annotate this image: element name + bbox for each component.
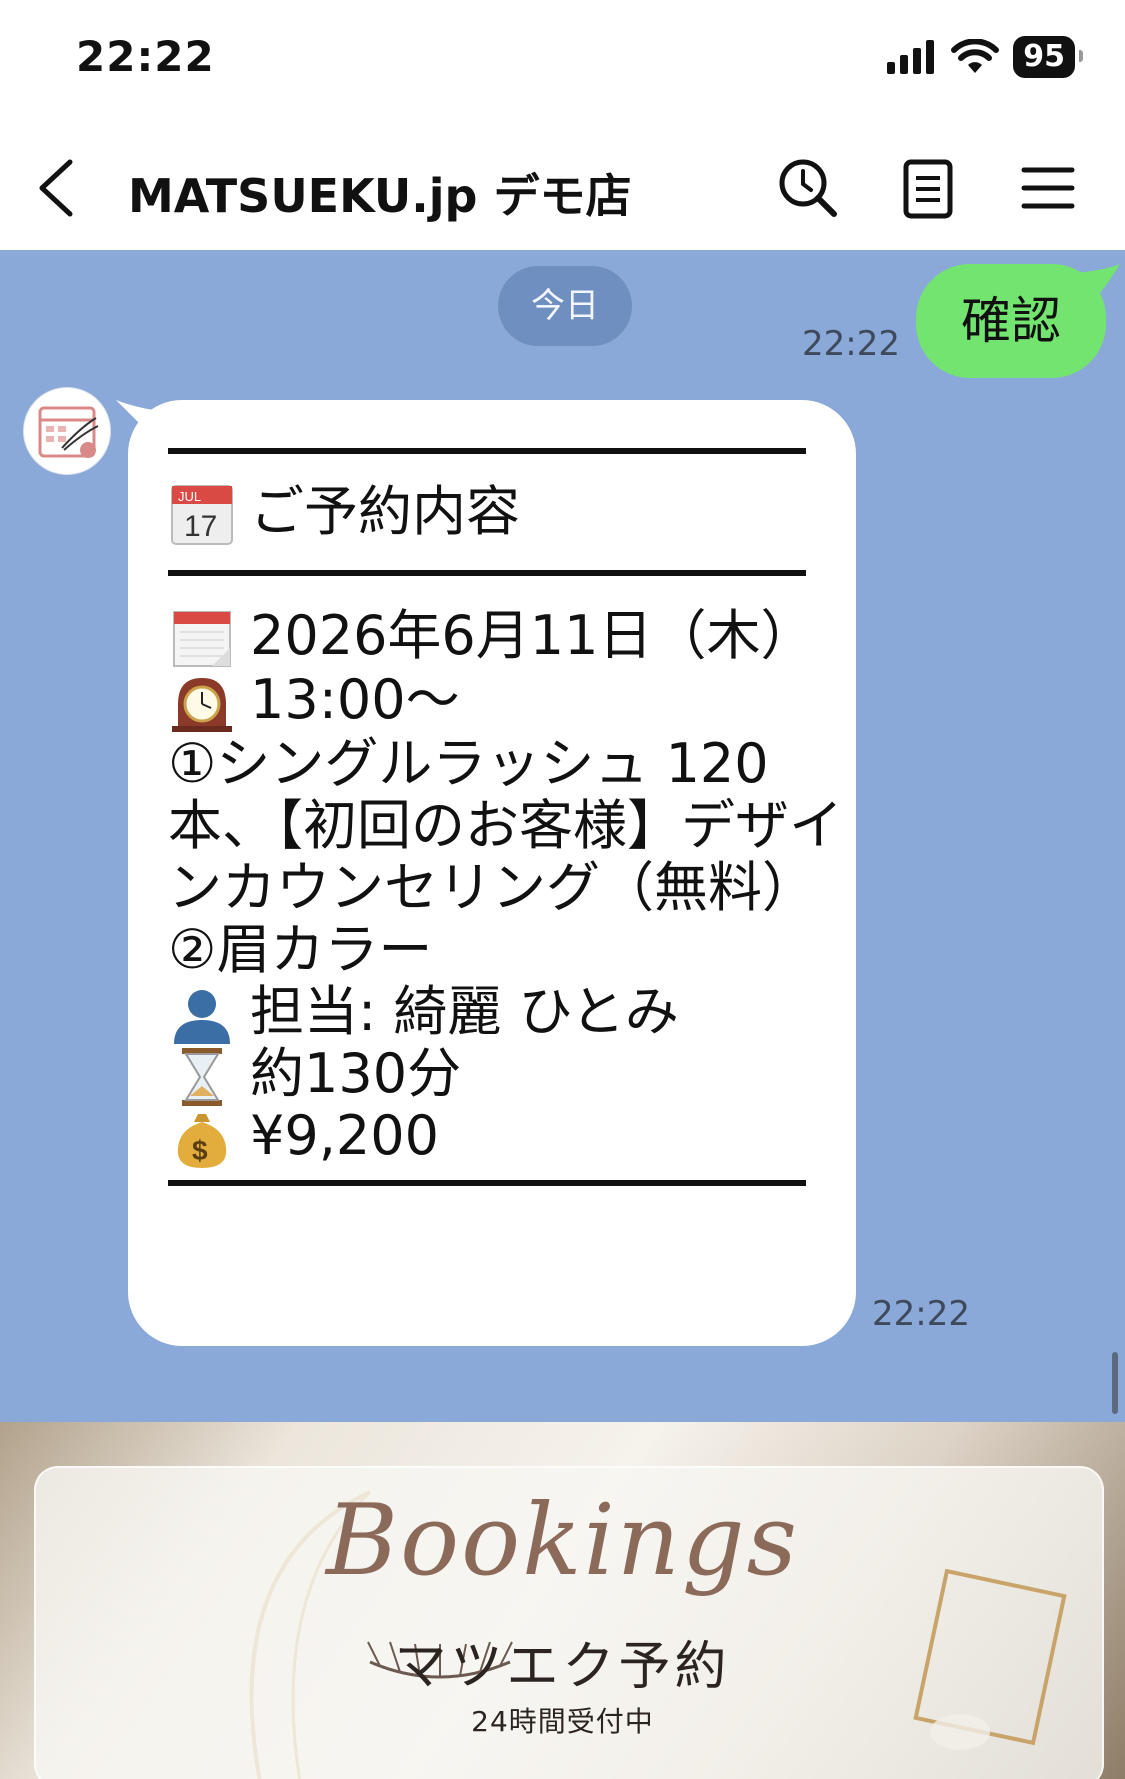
booking-title: マツエク予約 [394, 1637, 731, 1697]
calendar-emoji: JUL 17 [171, 485, 233, 546]
staff-text: 担当: 綺麗 ひとみ [250, 980, 679, 1043]
reservation-heading: JUL 17 ご予約内容 [168, 478, 520, 546]
svg-text:17: 17 [184, 510, 217, 543]
notes-icon[interactable] [896, 156, 960, 220]
reservation-staff: 担当: 綺麗 ひとみ [168, 978, 679, 1046]
svg-text:$: $ [192, 1135, 208, 1166]
heading-text: ご予約内容 [250, 480, 520, 543]
reservation-date: 2026年6月11日（木） [168, 602, 815, 670]
status-icons: 95 [887, 36, 1083, 78]
divider-line [168, 570, 806, 576]
divider-line [168, 448, 806, 454]
reservation-duration: 約130分 [168, 1040, 461, 1108]
status-time: 22:22 [76, 32, 215, 81]
divider-line [168, 1180, 806, 1186]
price-text: ¥9,200 [250, 1104, 439, 1167]
hourglass-emoji [182, 1048, 222, 1107]
bookings-script-title: Bookings [326, 1484, 799, 1598]
signal-icon [887, 40, 935, 74]
time-text: 13:00～ [250, 668, 460, 731]
reservation-price: $ ¥9,200 [168, 1102, 439, 1170]
menu-line-4: ②眉カラー [168, 918, 433, 981]
menu-icon[interactable] [1016, 156, 1080, 220]
calendar-logo-icon [38, 406, 99, 458]
duration-text: 約130分 [250, 1042, 462, 1105]
chat-area[interactable]: 今日 22:22 確認 JUL 17 ご予約内容 2026年6月11日（木） 1… [0, 250, 1125, 1422]
rich-menu: Bookings マツエク予約 24時間受付中 [0, 1422, 1125, 1779]
svg-text:JUL: JUL [178, 489, 201, 504]
nav-bar: MATSUEKU.jp デモ店 [0, 120, 1125, 250]
chat-scrollbar[interactable] [1112, 1352, 1118, 1414]
booking-subtitle: 24時間受付中 [471, 1705, 654, 1738]
tear-off-calendar-emoji [173, 611, 231, 668]
reservation-time: 13:00～ [168, 666, 460, 734]
clock-emoji [172, 678, 232, 733]
status-bar: 22:22 95 [0, 0, 1125, 120]
date-text: 2026年6月11日（木） [250, 604, 815, 667]
person-emoji [174, 990, 230, 1045]
menu-line-2: 本、【初回のお客様】デザイ [168, 794, 843, 857]
money-bag-emoji: $ [177, 1114, 227, 1169]
avatar[interactable] [24, 388, 110, 474]
menu-line-3: ンカウンセリング（無料） [168, 856, 816, 919]
sent-message-bubble[interactable]: 確認 [916, 264, 1106, 378]
battery-indicator: 95 [1013, 36, 1083, 78]
date-separator: 今日 [498, 266, 632, 346]
menu-line-1: ①シングルラッシュ 120 [168, 732, 769, 795]
search-icon[interactable] [776, 156, 840, 220]
wifi-icon [951, 39, 1000, 73]
chat-title: MATSUEKU.jp デモ店 [128, 169, 632, 223]
received-message-time: 22:22 [872, 1294, 970, 1334]
back-icon[interactable] [32, 156, 82, 220]
received-message-bubble[interactable]: JUL 17 ご予約内容 2026年6月11日（木） 13:00～ ①シングルラ… [128, 400, 856, 1346]
sent-message-time: 22:22 [802, 324, 900, 364]
